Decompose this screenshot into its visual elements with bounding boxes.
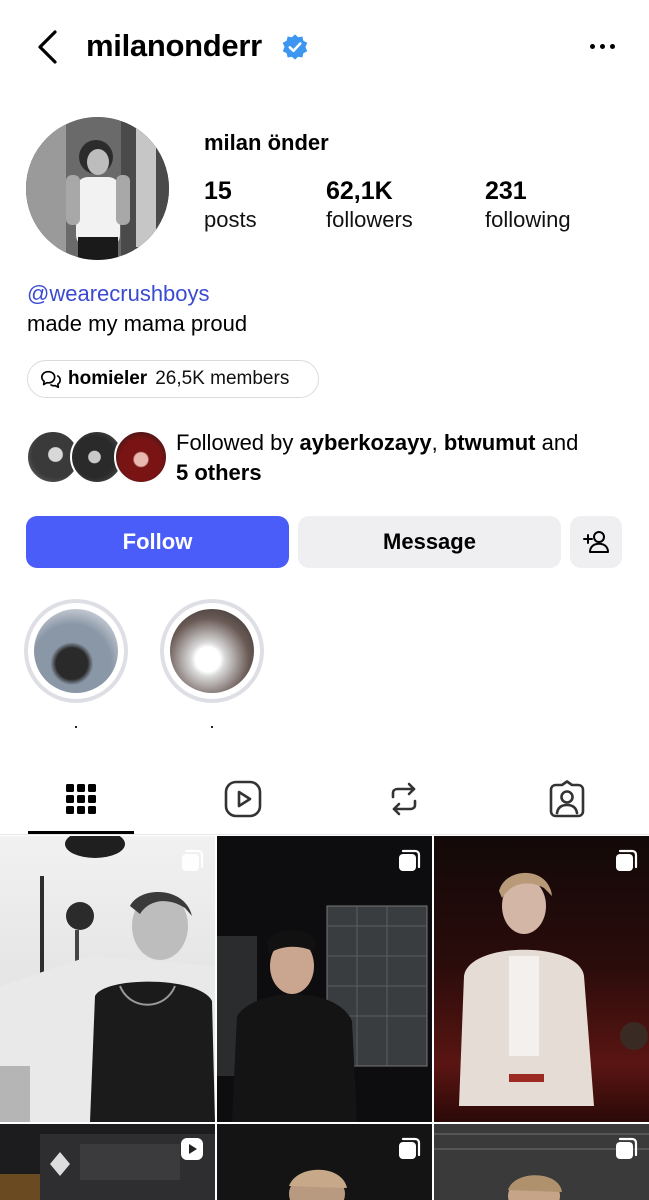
- reels-icon: [224, 780, 262, 818]
- bio-text: made my mama proud: [27, 311, 248, 336]
- and-text: and: [535, 430, 579, 455]
- post-thumbnail[interactable]: [0, 836, 215, 1122]
- stat-label: following: [485, 207, 571, 232]
- verified-badge-icon: [282, 34, 308, 60]
- highlight-cover: [170, 609, 254, 693]
- avatar-photo: [26, 117, 169, 260]
- stat-label: posts: [204, 207, 257, 232]
- tab-reposts[interactable]: [351, 765, 457, 833]
- carousel-icon: [399, 1137, 421, 1159]
- stat-value: 62,1K: [326, 177, 393, 205]
- display-name: milan önder: [204, 130, 329, 155]
- highlight-cover: [34, 609, 118, 693]
- post-photo: [459, 872, 648, 1106]
- stat-followers[interactable]: 62,1K followers: [326, 176, 413, 234]
- stat-following[interactable]: 231 following: [485, 176, 571, 234]
- mutual-others-count: 5 others: [176, 460, 262, 485]
- post-photo: [217, 905, 428, 1122]
- followed-by-prefix: Followed by: [176, 430, 300, 455]
- reel-play-icon: [181, 1138, 203, 1160]
- highlight-label: .: [209, 712, 215, 732]
- dot-icon: [589, 43, 595, 49]
- carousel-icon: [399, 849, 421, 871]
- post-thumbnail[interactable]: [217, 836, 432, 1122]
- bio-mention-link[interactable]: @wearecrushboys: [27, 281, 210, 307]
- tab-reels[interactable]: [190, 765, 296, 833]
- follow-button[interactable]: Follow: [26, 516, 289, 568]
- broadcast-channel-icon: [41, 370, 61, 389]
- profile-username: milanonderr: [86, 28, 262, 63]
- mutual-followers-avatars[interactable]: [26, 430, 168, 486]
- dot-icon: [599, 43, 605, 49]
- profile-avatar[interactable]: [26, 117, 169, 260]
- add-person-icon: [583, 531, 609, 553]
- post-thumbnail[interactable]: [217, 1124, 432, 1200]
- separator: ,: [431, 430, 444, 455]
- profile-header: milanonderr: [0, 0, 649, 95]
- stat-label: followers: [326, 207, 413, 232]
- chevron-left-icon: [38, 30, 57, 64]
- carousel-icon: [616, 849, 638, 871]
- highlight-label: .: [73, 712, 79, 732]
- suggested-accounts-button[interactable]: [570, 516, 622, 568]
- back-button[interactable]: [30, 26, 64, 68]
- stat-value: 231: [485, 177, 527, 205]
- story-highlight[interactable]: [160, 599, 264, 703]
- grid-icon: [66, 784, 96, 814]
- mutual-user-1: ayberkozayy: [299, 430, 432, 455]
- carousel-icon: [616, 1137, 638, 1159]
- followed-by-text[interactable]: Followed by ayberkozayy, btwumut and 5 ot…: [176, 428, 626, 488]
- broadcast-channel-pill[interactable]: homieler 26,5K members: [27, 360, 319, 398]
- tagged-icon: [549, 780, 585, 818]
- post-thumbnail[interactable]: [434, 1124, 649, 1200]
- tab-tagged[interactable]: [514, 765, 620, 833]
- avatar: [114, 430, 168, 484]
- carousel-icon: [182, 849, 204, 871]
- stat-posts[interactable]: 15 posts: [204, 176, 257, 234]
- active-tab-indicator: [28, 831, 134, 834]
- channel-name: homieler: [68, 368, 148, 389]
- post-photo: [0, 836, 215, 1122]
- mutual-user-2: btwumut: [443, 430, 536, 455]
- profile-tabs: [0, 765, 649, 835]
- message-button[interactable]: Message: [298, 516, 561, 568]
- story-highlight[interactable]: [24, 599, 128, 703]
- stat-value: 15: [204, 177, 232, 205]
- reposts-icon: [391, 782, 417, 816]
- more-options-button[interactable]: [584, 34, 620, 58]
- post-thumbnail[interactable]: [0, 1124, 215, 1200]
- channel-members: 26,5K members: [155, 368, 290, 389]
- tab-posts-grid[interactable]: [28, 765, 134, 833]
- post-thumbnail[interactable]: [434, 836, 649, 1122]
- dot-icon: [609, 43, 615, 49]
